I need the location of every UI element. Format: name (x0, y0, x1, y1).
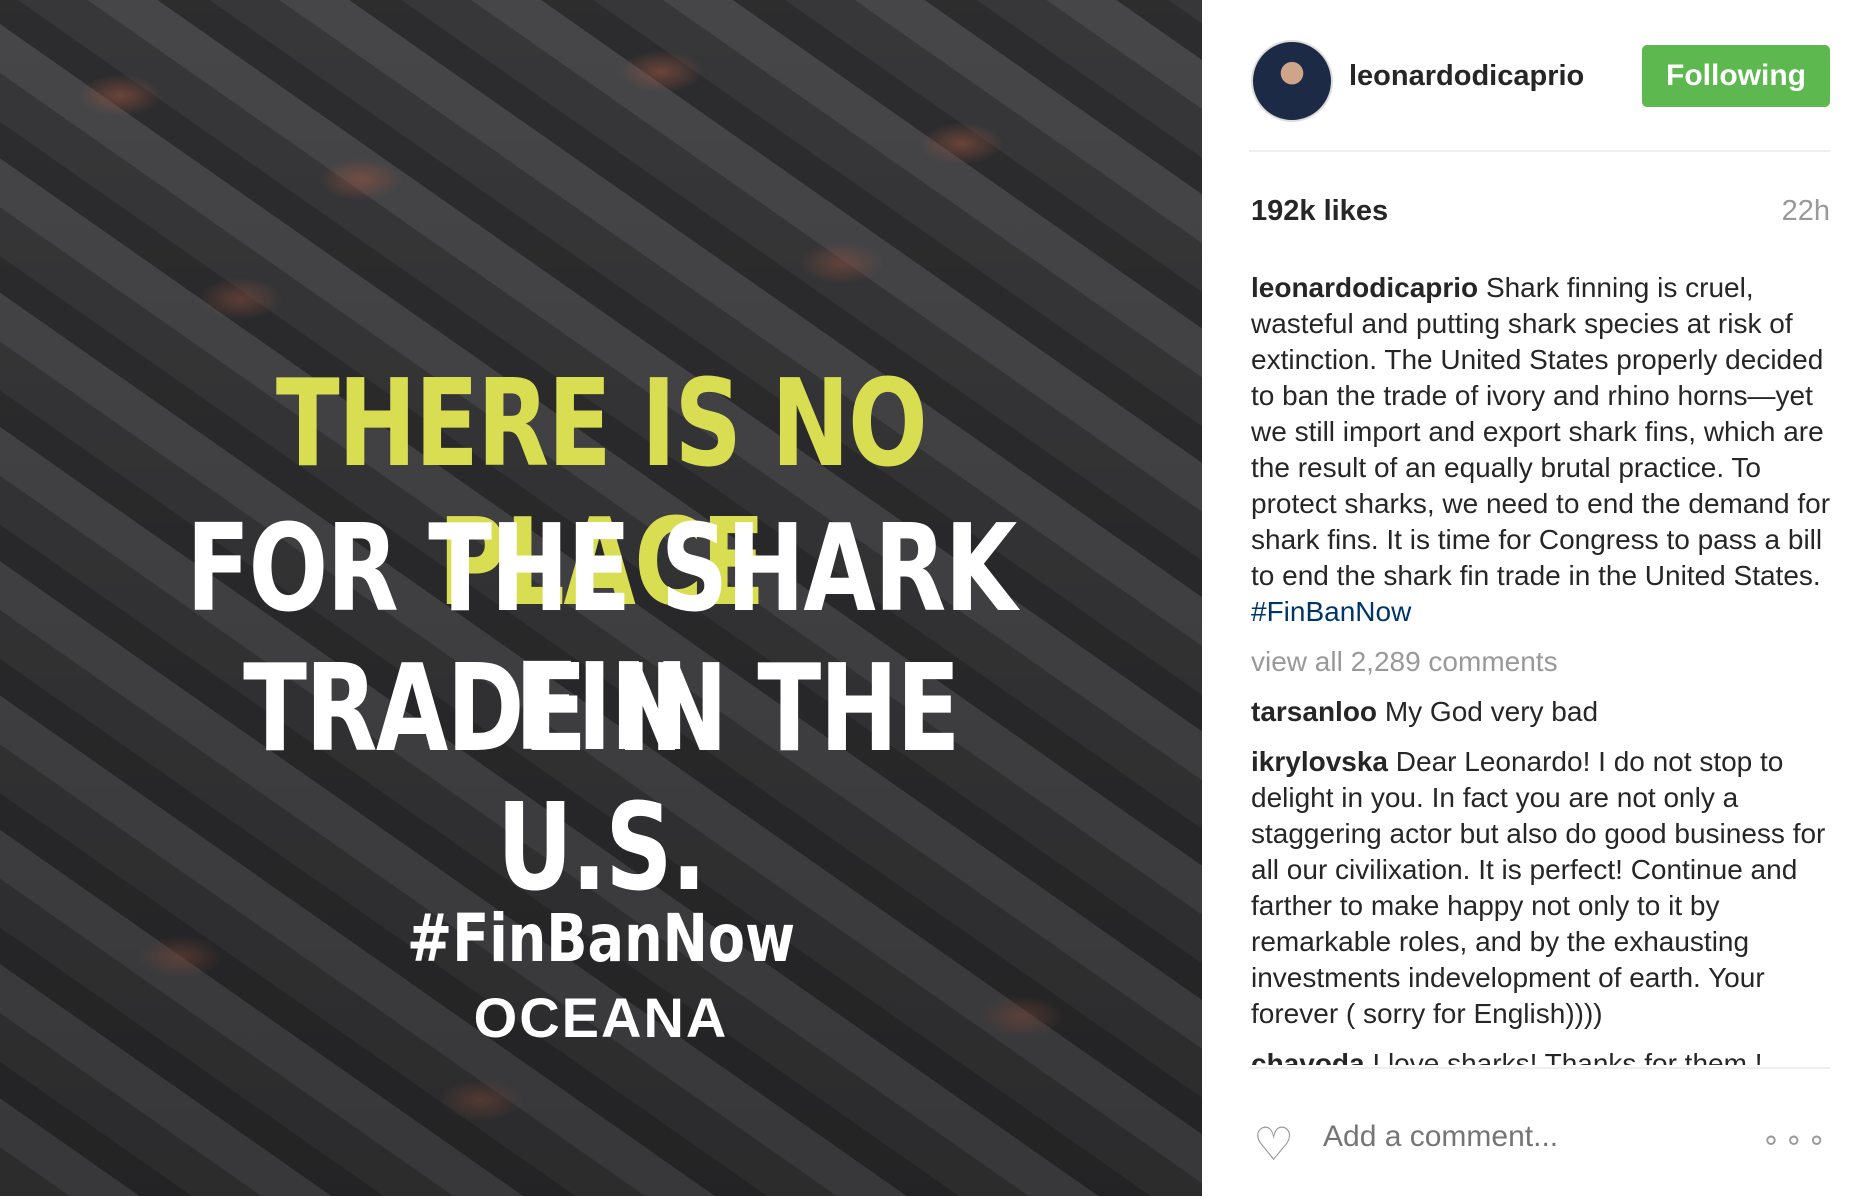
more-options-icon[interactable]: ∘∘∘ (1762, 1123, 1830, 1158)
post-header: leonardodicaprio Following (1249, 40, 1830, 152)
heart-icon[interactable]: ♡ (1253, 1117, 1294, 1171)
view-all-comments-link[interactable]: view all 2,289 comments (1251, 644, 1833, 680)
following-button[interactable]: Following (1642, 45, 1830, 107)
comment-text: Dear Leonardo! I do not stop to delight … (1251, 746, 1826, 1029)
post-time[interactable]: 22h (1782, 195, 1830, 228)
caption: leonardodicaprio Shark finning is cruel,… (1251, 270, 1833, 630)
comment-text: My God very bad (1384, 696, 1599, 727)
image-hashtag: #FinBanNow (406, 900, 796, 977)
comment-username[interactable]: chavoda (1251, 1048, 1365, 1065)
caption-username[interactable]: leonardodicaprio (1251, 272, 1478, 303)
comment-username[interactable]: ikrylovska (1251, 746, 1388, 777)
avatar[interactable] (1251, 40, 1333, 122)
comment-footer: ♡ ∘∘∘ (1249, 1067, 1830, 1198)
comment: ikrylovska Dear Leonardo! I do not stop … (1251, 744, 1833, 1032)
header-username[interactable]: leonardodicaprio (1349, 60, 1584, 93)
post-image: THERE IS NO PLACE FOR THE SHARK FIN TRAD… (0, 0, 1202, 1196)
caption-text: Shark finning is cruel, wasteful and put… (1251, 272, 1831, 591)
add-comment-input[interactable] (1321, 1119, 1745, 1155)
post-sidebar: leonardodicaprio Following 192k likes 22… (1202, 0, 1860, 1196)
comment: chavoda I love sharks! Thanks for them ! (1251, 1046, 1833, 1065)
comment: tarsanloo My God very bad (1251, 694, 1833, 730)
comment-text: I love sharks! Thanks for them ! (1372, 1048, 1763, 1065)
caption-hashtag[interactable]: #FinBanNow (1251, 596, 1411, 627)
oceana-logo: OCEANA (473, 986, 729, 1049)
comment-username[interactable]: tarsanloo (1251, 696, 1377, 727)
image-headline-3: TRADE IN THE U.S. (243, 640, 960, 918)
comments-list[interactable]: leonardodicaprio Shark finning is cruel,… (1251, 270, 1833, 1065)
likes-count[interactable]: 192k likes (1251, 195, 1388, 228)
